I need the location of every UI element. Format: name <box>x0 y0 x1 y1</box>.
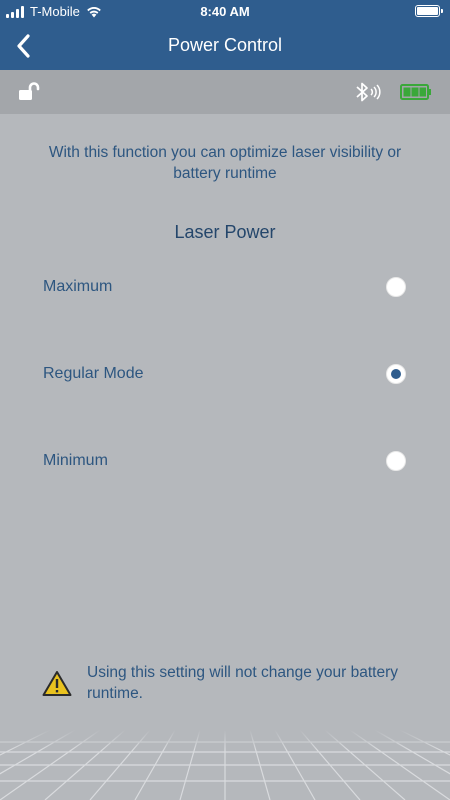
radio-button-minimum[interactable] <box>386 451 406 471</box>
device-battery-full-icon <box>400 84 431 100</box>
warning-triangle-icon <box>42 671 72 696</box>
warning-text: Using this setting will not change your … <box>87 664 399 702</box>
floor-grid-decoration <box>0 730 450 800</box>
radio-button-maximum[interactable] <box>386 277 406 297</box>
app-header: T-Mobile 8:40 AM Power Control <box>0 0 450 70</box>
page-title: Power Control <box>167 35 283 55</box>
option-label: Maximum <box>43 278 113 295</box>
option-regular-mode[interactable]: Regular Mode <box>0 355 450 395</box>
status-time: 8:40 AM <box>200 4 250 19</box>
device-status-bar <box>0 70 450 114</box>
battery-icon <box>415 5 443 17</box>
unlocked-padlock-icon <box>19 82 40 100</box>
bluetooth-icon <box>356 82 381 102</box>
function-description: With this function you can optimize lase… <box>48 144 402 182</box>
status-bar: T-Mobile 8:40 AM <box>0 0 450 22</box>
option-label: Minimum <box>43 452 108 469</box>
option-minimum[interactable]: Minimum <box>0 442 450 482</box>
section-title: Laser Power <box>174 222 276 242</box>
radio-button-regular-mode[interactable] <box>386 364 406 384</box>
nav-bar: Power Control <box>0 22 450 70</box>
option-maximum[interactable]: Maximum <box>0 268 450 308</box>
status-right <box>415 5 443 17</box>
option-label: Regular Mode <box>43 365 144 382</box>
